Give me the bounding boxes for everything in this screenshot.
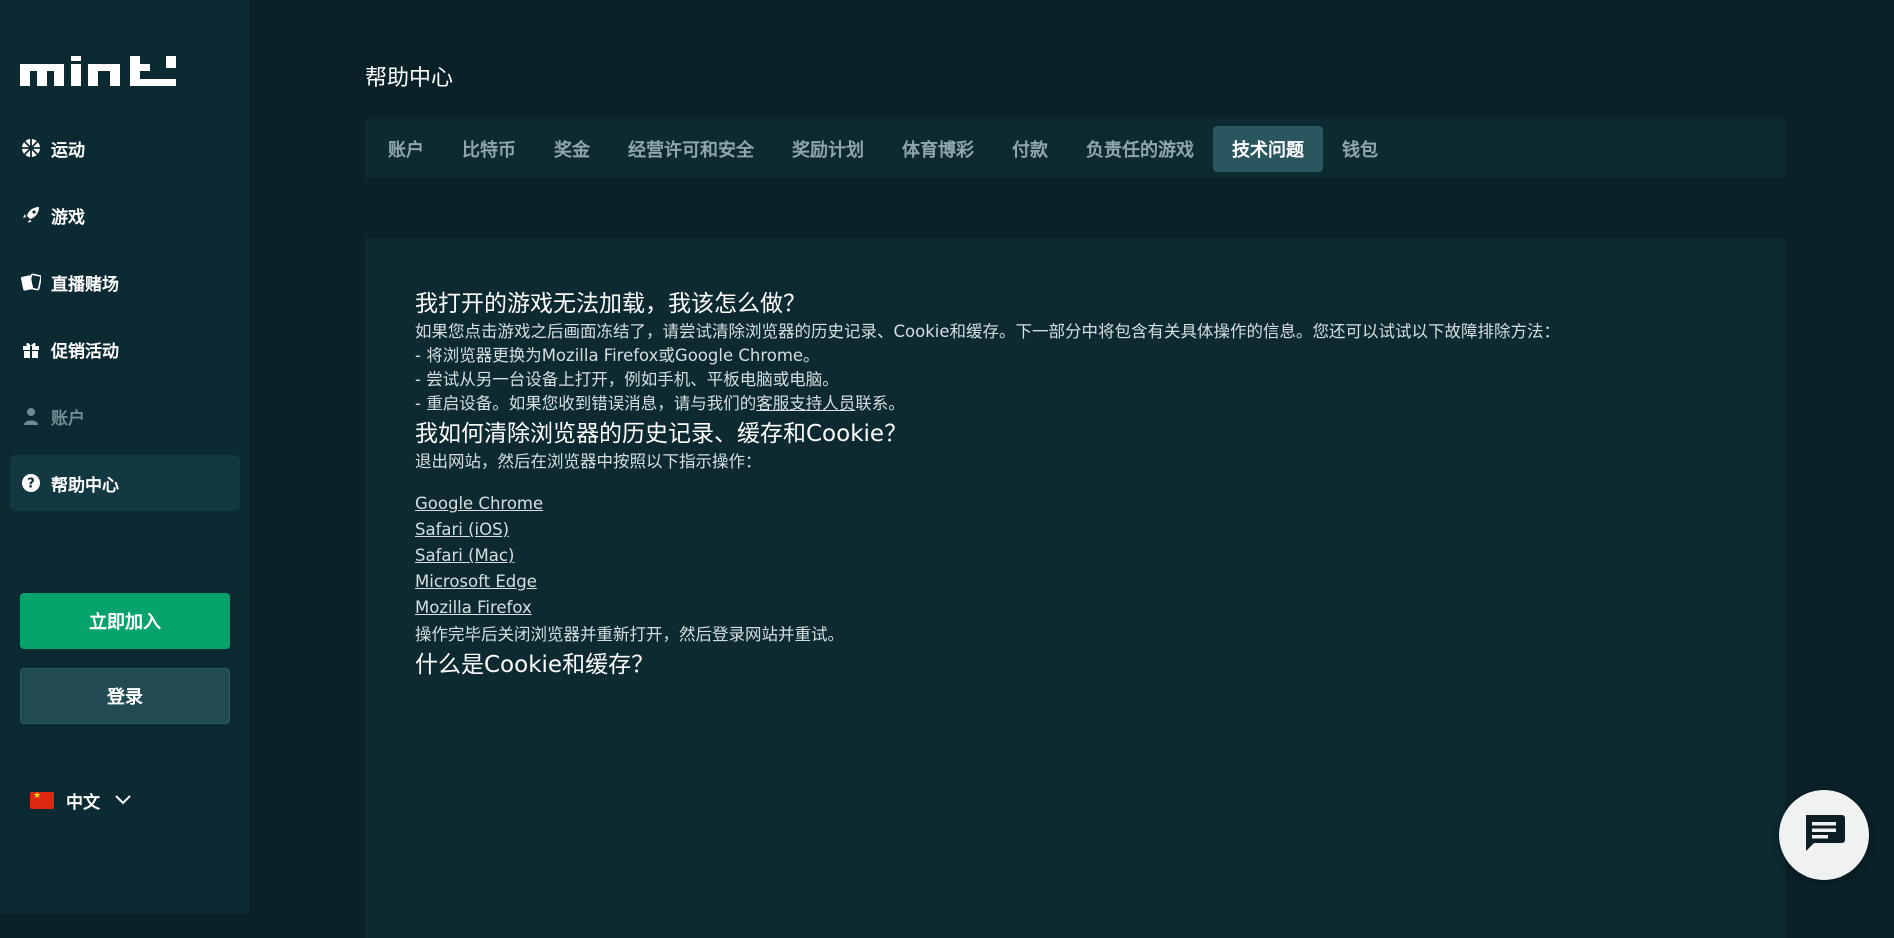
login-button[interactable]: 登录	[20, 668, 230, 724]
faq-paragraph: 如果您点击游戏之后画面冻结了，请尝试清除浏览器的历史记录、Cookie和缓存。下…	[415, 322, 1561, 341]
tab-wallet[interactable]: 钱包	[1323, 126, 1397, 172]
sidebar-item-sports[interactable]: 运动	[10, 120, 240, 176]
sidebar-item-label: 直播赌场	[51, 274, 119, 295]
mozilla-firefox-link[interactable]: Mozilla Firefox	[415, 595, 1735, 621]
faq-paragraph: 退出网站，然后在浏览器中按照以下指示操作：	[415, 452, 762, 471]
faq-paragraph: 操作完毕后关闭浏览器并重新打开，然后登录网站并重试。	[415, 625, 844, 644]
google-chrome-link[interactable]: Google Chrome	[415, 491, 1735, 517]
rocket-icon	[20, 204, 42, 226]
sidebar: 运动 游戏 直播赌场 促销活动 账户 ? 帮助中心 立即加入 登录 ★ 中文	[0, 0, 250, 914]
language-selector[interactable]: 中文	[30, 788, 132, 813]
mint-logo[interactable]	[20, 56, 176, 88]
browser-links: Google Chrome Safari (iOS) Safari (Mac) …	[415, 491, 1735, 621]
help-icon: ?	[20, 472, 42, 494]
faq-heading: 我打开的游戏无法加载，我该怎么做？	[415, 291, 806, 317]
chat-icon	[1802, 813, 1846, 857]
customer-support-link[interactable]: 客服支持人员	[756, 394, 855, 413]
china-flag-icon	[30, 791, 54, 809]
sidebar-item-account[interactable]: 账户	[10, 388, 240, 444]
sidebar-item-label: 帮助中心	[51, 475, 119, 496]
tab-responsible-gaming[interactable]: 负责任的游戏	[1067, 126, 1213, 172]
safari-mac-link[interactable]: Safari (Mac)	[415, 543, 1735, 569]
tab-bonus[interactable]: 奖金	[535, 126, 609, 172]
tab-technical-issues[interactable]: 技术问题	[1213, 125, 1323, 172]
sidebar-item-live-casino[interactable]: 直播赌场	[10, 254, 240, 310]
faq-heading: 我如何清除浏览器的历史记录、缓存和Cookie？	[415, 421, 908, 447]
sports-ball-icon	[20, 137, 42, 159]
tab-payments[interactable]: 付款	[993, 126, 1067, 172]
sidebar-item-promotions[interactable]: 促销活动	[10, 321, 240, 377]
sidebar-item-label: 游戏	[51, 207, 85, 228]
bullet-text: - 重启设备。如果您收到错误消息，请与我们的	[415, 394, 757, 413]
tab-sports-betting[interactable]: 体育博彩	[883, 126, 993, 172]
sidebar-nav: 运动 游戏 直播赌场 促销活动 账户 ? 帮助中心	[10, 120, 240, 522]
cards-icon	[20, 271, 42, 293]
join-now-button[interactable]: 立即加入	[20, 593, 230, 649]
tab-license-security[interactable]: 经营许可和安全	[609, 126, 773, 172]
tab-bitcoin[interactable]: 比特币	[443, 126, 535, 172]
chevron-down-icon	[114, 791, 132, 811]
faq-content: 我打开的游戏无法加载，我该怎么做？ 如果您点击游戏之后画面冻结了，请尝试清除浏览…	[365, 238, 1785, 938]
language-label: 中文	[66, 793, 100, 813]
tab-rewards[interactable]: 奖励计划	[773, 126, 883, 172]
tab-account[interactable]: 账户	[369, 126, 443, 172]
safari-ios-link[interactable]: Safari (iOS)	[415, 517, 1735, 543]
faq-bullet: - 将浏览器更换为Mozilla Firefox或Google Chrome。	[415, 346, 820, 365]
svg-text:?: ?	[27, 477, 35, 492]
user-icon	[20, 405, 42, 427]
faq-bullet: - 尝试从另一台设备上打开，例如手机、平板电脑或电脑。	[415, 370, 839, 389]
page-title: 帮助中心	[365, 66, 454, 91]
bullet-text: 联系。	[855, 394, 905, 413]
sidebar-item-label: 运动	[51, 140, 85, 161]
live-chat-button[interactable]	[1779, 790, 1869, 880]
faq-heading: 什么是Cookie和缓存？	[415, 652, 655, 678]
sidebar-item-games[interactable]: 游戏	[10, 187, 240, 243]
sidebar-item-label: 促销活动	[51, 341, 119, 362]
sidebar-item-label: 账户	[51, 408, 85, 429]
gift-icon	[20, 338, 42, 360]
microsoft-edge-link[interactable]: Microsoft Edge	[415, 569, 1735, 595]
sidebar-item-help-center[interactable]: ? 帮助中心	[10, 455, 240, 511]
faq-bullet: - 重启设备。如果您收到错误消息，请与我们的客服支持人员联系。	[415, 390, 1735, 414]
help-category-tabs: 账户 比特币 奖金 经营许可和安全 奖励计划 体育博彩 付款 负责任的游戏 技术…	[365, 119, 1785, 178]
